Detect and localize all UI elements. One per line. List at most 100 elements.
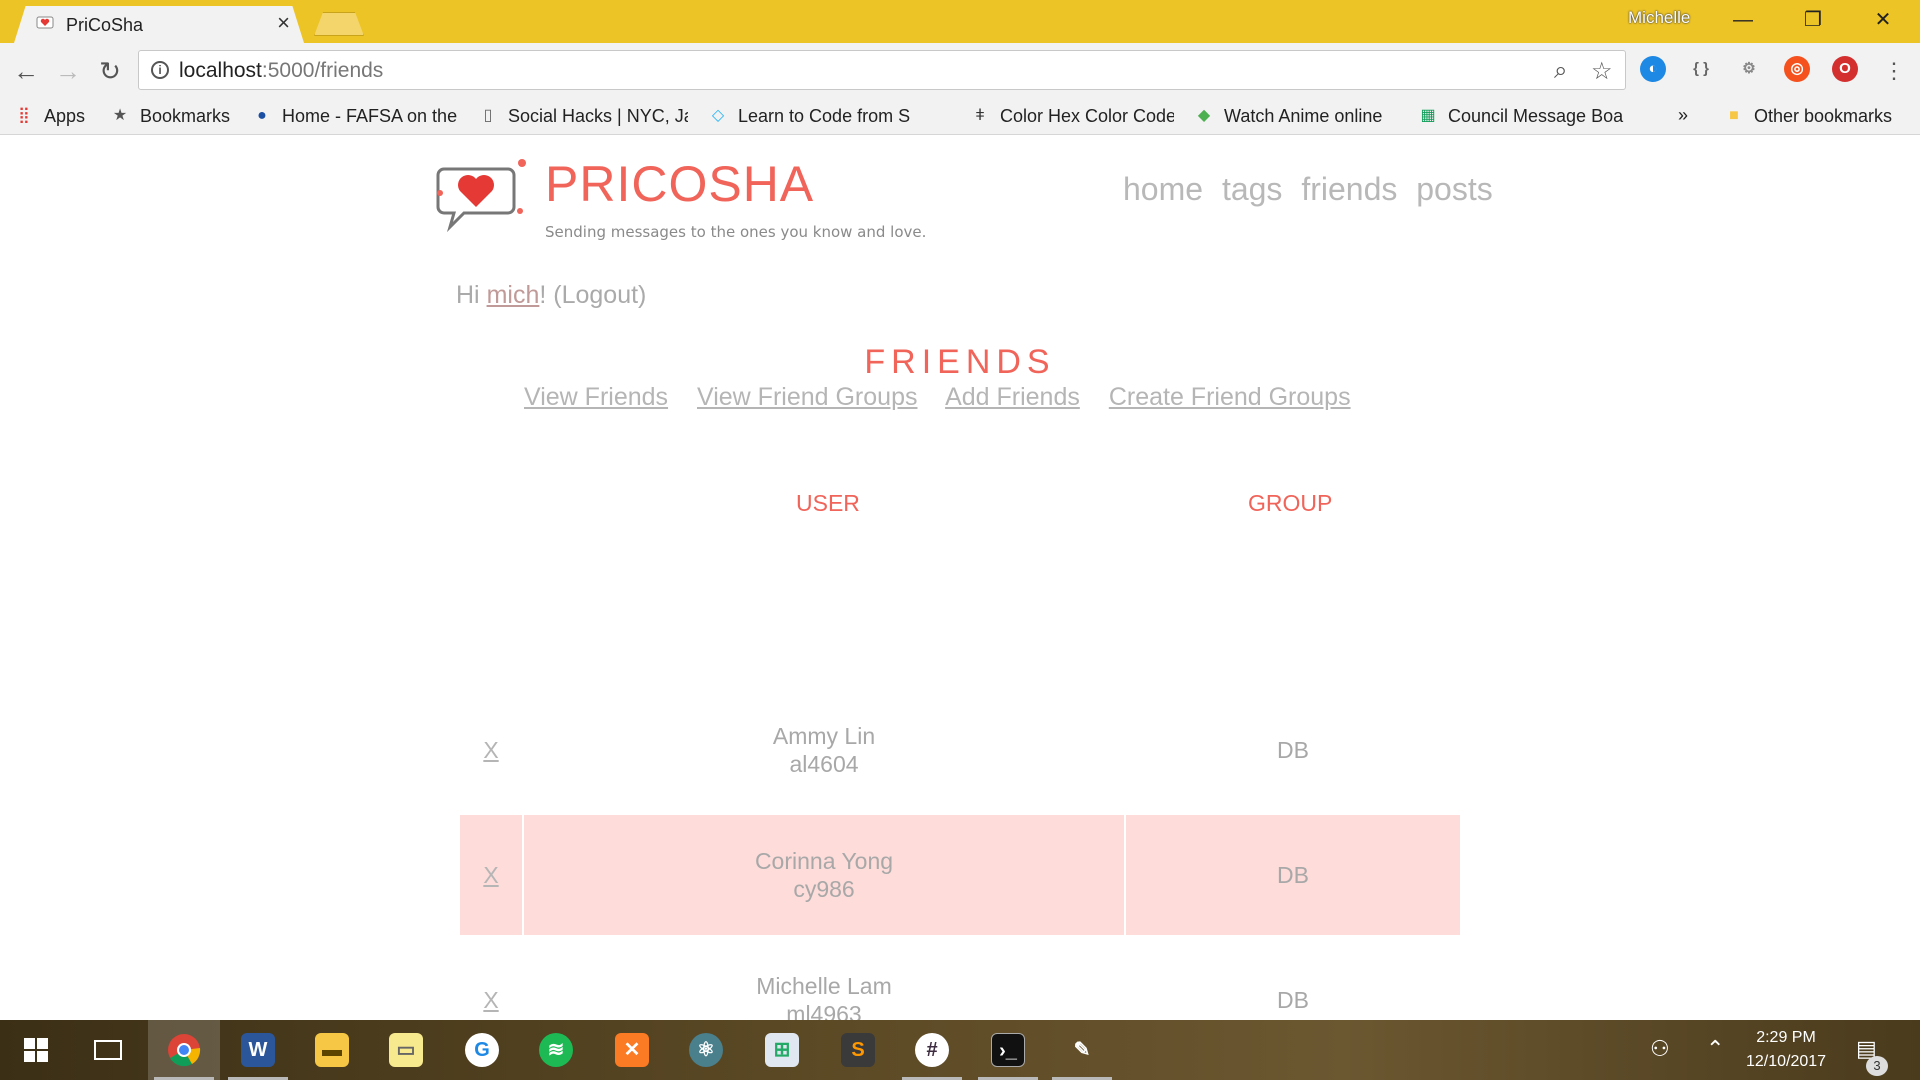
star-icon: ★: [112, 107, 128, 125]
extension-gear-icon[interactable]: ⚙: [1736, 56, 1762, 82]
dropper-icon: ǂ: [975, 107, 985, 125]
page-title: FRIENDS: [864, 343, 1056, 381]
chrome-icon[interactable]: [148, 1020, 220, 1080]
greeting: Hi mich! (Logout): [456, 281, 646, 310]
clock-time: 2:29 PM: [1756, 1029, 1816, 1046]
word-icon[interactable]: W: [222, 1020, 294, 1080]
snipping-icon[interactable]: ⊞: [746, 1020, 818, 1080]
gitkraken-icon[interactable]: G: [446, 1020, 518, 1080]
nav-home[interactable]: home: [1123, 171, 1203, 207]
url-host: localhost: [179, 59, 262, 82]
bookmark-social-hacks[interactable]: ▯ Social Hacks | NYC, Ja: [478, 105, 688, 129]
extension-chat-icon[interactable]: ◐: [1640, 56, 1666, 82]
greeting-suffix: !: [539, 281, 547, 309]
bookmark-learn-to-code[interactable]: ◇ Learn to Code from S: [708, 105, 948, 129]
bookmark-other[interactable]: ■ Other bookmarks: [1724, 105, 1892, 129]
windows-taskbar: W ▬ ▭ G ≋ ✕ ⚛ ⊞ S # ›_ ✎ ⚇ ⌃ 2:29 PM 12/…: [0, 1020, 1920, 1080]
url-text: localhost:5000/friends: [179, 59, 383, 83]
group-cell: DB: [1277, 736, 1309, 763]
apps-grid-icon: ⣿: [18, 107, 30, 125]
extension-json-icon[interactable]: { }: [1688, 56, 1714, 82]
heart-chat-logo-icon: [436, 159, 526, 233]
notification-count-badge: 3: [1866, 1056, 1888, 1076]
bookmark-anime[interactable]: ◆ Watch Anime online: [1194, 105, 1396, 129]
bookmark-color-hex[interactable]: ǂ Color Hex Color Code: [970, 105, 1174, 129]
heart-chat-favicon-icon: [36, 16, 54, 29]
nav-friends[interactable]: friends: [1301, 171, 1397, 207]
taskbar-clock[interactable]: 2:29 PM 12/10/2017: [1736, 1026, 1836, 1074]
sheet-icon: ▦: [1420, 107, 1436, 125]
friend-name: Ammy Lin: [772, 723, 876, 749]
extension-opera-icon[interactable]: O: [1832, 56, 1858, 82]
address-bar[interactable]: i localhost:5000/friends ⌕ ☆: [138, 50, 1626, 90]
view-friend-groups-link[interactable]: View Friend Groups: [697, 383, 917, 411]
user-cell: Ammy Lin al4604: [524, 690, 1124, 810]
restore-button[interactable]: ❐: [1778, 0, 1848, 40]
friend-name: Corinna Yong: [754, 848, 894, 874]
sublime-icon[interactable]: S: [822, 1020, 894, 1080]
extension-lifebuoy-icon[interactable]: ◎: [1784, 56, 1810, 82]
file-explorer-icon[interactable]: ▬: [296, 1020, 368, 1080]
remove-friend-button[interactable]: X: [483, 737, 498, 764]
back-arrow-icon[interactable]: ←: [8, 53, 44, 89]
zoom-icon[interactable]: ⌕: [1554, 57, 1567, 85]
table-row: X Corinna Yong cy986 DB: [460, 815, 1460, 935]
create-friend-groups-link[interactable]: Create Friend Groups: [1109, 383, 1351, 411]
new-tab-button[interactable]: [314, 12, 364, 36]
nav-posts[interactable]: posts: [1416, 171, 1492, 207]
greeting-prefix: Hi: [456, 281, 487, 309]
user-cell: Corinna Yong cy986: [524, 815, 1124, 935]
people-icon[interactable]: ⚇: [1650, 1036, 1670, 1062]
browser-toolbar: ← → ↻ i localhost:5000/friends ⌕ ☆ ◐ { }…: [0, 43, 1920, 99]
column-header-user: USER: [796, 490, 860, 516]
username-link[interactable]: mich: [487, 281, 540, 309]
bookmark-council[interactable]: ▦ Council Message Boa: [1418, 105, 1626, 129]
sticky-notes-icon[interactable]: ▭: [370, 1020, 442, 1080]
spotify-icon[interactable]: ≋: [520, 1020, 592, 1080]
minimize-button[interactable]: —: [1708, 0, 1778, 40]
friend-username: al4604: [789, 751, 859, 777]
site-info-icon[interactable]: i: [151, 61, 169, 79]
remove-friend-button[interactable]: X: [483, 987, 498, 1014]
windows-start-icon[interactable]: [0, 1020, 72, 1080]
profile-name[interactable]: Michelle: [1628, 8, 1690, 28]
page-content: PRICOSHA Sending messages to the ones yo…: [0, 135, 1920, 1027]
code-diamond-icon: ◇: [711, 107, 725, 125]
bookmarks-overflow-chevron[interactable]: »: [1678, 105, 1688, 129]
atom-icon[interactable]: ⚛: [670, 1020, 742, 1080]
task-view-icon[interactable]: [72, 1020, 144, 1080]
nav-tags[interactable]: tags: [1222, 171, 1282, 207]
close-window-button[interactable]: ✕: [1848, 0, 1918, 40]
remove-cell: X: [460, 815, 522, 935]
column-header-group: GROUP: [1248, 490, 1333, 516]
top-nav: home tags friends posts: [1123, 171, 1503, 208]
browser-title-bar: PriCoSha × Michelle — ❐ ✕: [0, 0, 1920, 43]
forward-arrow-icon[interactable]: →: [50, 53, 86, 89]
friend-name: Michelle Lam: [756, 973, 892, 999]
slack-icon[interactable]: #: [896, 1020, 968, 1080]
bookmark-bookmarks[interactable]: ★ Bookmarks: [110, 105, 230, 129]
xampp-icon[interactable]: ✕: [596, 1020, 668, 1080]
page-icon: ▯: [483, 107, 493, 125]
url-path: :5000/friends: [261, 59, 384, 82]
reload-icon[interactable]: ↻: [92, 53, 128, 89]
bookmarks-bar: ⣿ Apps ★ Bookmarks ● Home - FAFSA on the ▯ S…: [0, 99, 1920, 135]
menu-dots-icon[interactable]: ⋮: [1876, 53, 1912, 89]
anime-icon: ◆: [1197, 107, 1211, 125]
tagline: Sending messages to the ones you know an…: [545, 223, 927, 241]
terminal-icon[interactable]: ›_: [972, 1020, 1044, 1080]
bookmark-fafsa[interactable]: ● Home - FAFSA on the: [252, 105, 458, 129]
group-cell: DB: [1126, 815, 1460, 935]
logout-link[interactable]: (Logout): [553, 281, 646, 309]
brand-title[interactable]: PRICOSHA: [545, 155, 814, 213]
bookmark-apps[interactable]: ⣿ Apps: [14, 105, 85, 129]
browser-tab[interactable]: PriCoSha ×: [14, 6, 304, 43]
view-friends-link[interactable]: View Friends: [524, 383, 668, 411]
tray-chevron-icon[interactable]: ⌃: [1706, 1036, 1724, 1062]
tab-title: PriCoSha: [66, 15, 144, 35]
bookmark-star-icon[interactable]: ☆: [1591, 57, 1613, 86]
paint-icon[interactable]: ✎: [1046, 1020, 1118, 1080]
add-friends-link[interactable]: Add Friends: [945, 383, 1080, 411]
tab-close-icon[interactable]: ×: [277, 12, 290, 34]
remove-friend-button[interactable]: X: [483, 862, 498, 889]
